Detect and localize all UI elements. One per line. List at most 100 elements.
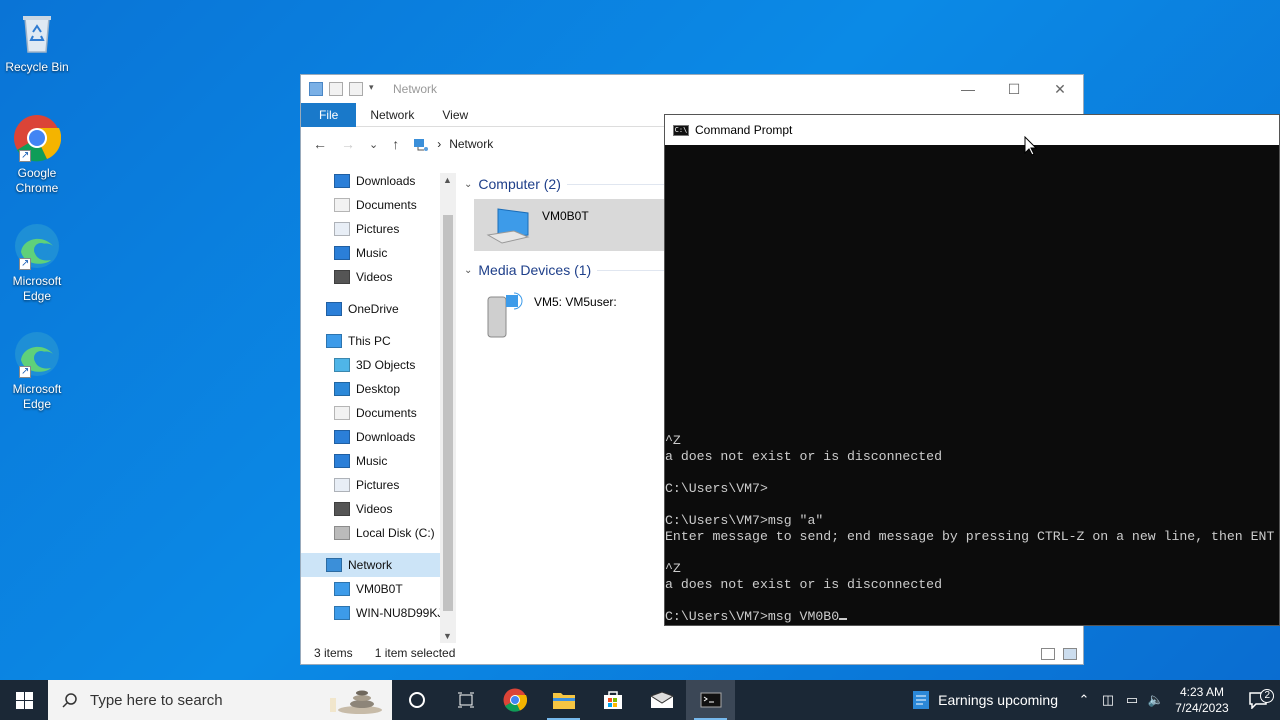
- network-item-vm0b0t[interactable]: VM0B0T: [474, 199, 664, 251]
- sidebar-item-this-pc[interactable]: This PC: [301, 329, 456, 353]
- network-status-icon[interactable]: ▭: [1120, 692, 1144, 708]
- sidebar-item-label: Pictures: [356, 478, 400, 492]
- desktop-icon-chrome[interactable]: Google Chrome: [4, 114, 70, 196]
- customize-qa-chevron-icon[interactable]: ▾: [369, 82, 383, 96]
- mail-envelope-icon: [649, 691, 674, 708]
- taskbar-mail[interactable]: [637, 680, 686, 720]
- search-icon: [62, 693, 77, 708]
- window-title: Network: [393, 82, 438, 96]
- up-button[interactable]: ↑: [392, 136, 399, 152]
- explorer-titlebar[interactable]: ▾ Network — ☐ ✕: [301, 75, 1083, 103]
- sidebar-item-vm0b0t[interactable]: VM0B0T: [301, 577, 456, 601]
- show-hidden-icons-chevron-up-icon[interactable]: ⌃: [1072, 692, 1096, 708]
- status-bar: 3 items 1 item selected: [301, 642, 1083, 664]
- taskbar-file-explorer[interactable]: [539, 680, 588, 720]
- group-title: Media Devices (1): [478, 262, 592, 278]
- desktop-icon-edge-1[interactable]: Microsoft Edge: [4, 222, 70, 304]
- console-line: Enter message to send; end message by pr…: [665, 529, 1275, 544]
- properties-icon[interactable]: [329, 82, 343, 96]
- sidebar-item-win-nu8d99kj-[interactable]: WIN-NU8D99KJ/: [301, 601, 456, 625]
- tab-network[interactable]: Network: [356, 103, 428, 127]
- computer-icon: [334, 606, 350, 620]
- taskbar-command-prompt[interactable]: [686, 680, 735, 720]
- taskbar-store[interactable]: [588, 680, 637, 720]
- clock[interactable]: 4:23 AM 7/24/2023: [1168, 684, 1236, 716]
- sidebar-item-downloads[interactable]: Downloads📌: [301, 169, 456, 193]
- sidebar-item-music[interactable]: Music: [301, 449, 456, 473]
- large-icons-view-icon[interactable]: [1063, 648, 1077, 660]
- forward-button[interactable]: →: [341, 136, 355, 152]
- system-tray: Earnings upcoming ⌃ ◫ ▭ 🔈 4:23 AM 7/24/2…: [912, 680, 1280, 720]
- item-label: VM0B0T: [542, 209, 589, 223]
- music-note-icon: [334, 246, 350, 260]
- taskbar-chrome[interactable]: [490, 680, 539, 720]
- download-arrow-icon: [334, 430, 350, 444]
- pictures-icon: [334, 478, 350, 492]
- chevron-down-icon: ⌄: [464, 178, 473, 190]
- download-arrow-icon: [334, 174, 350, 188]
- news-text: Earnings upcoming: [938, 692, 1058, 708]
- sidebar-item-music[interactable]: Music: [301, 241, 456, 265]
- sidebar-item-videos[interactable]: Videos: [301, 265, 456, 289]
- close-button[interactable]: ✕: [1037, 75, 1083, 103]
- cortana-button[interactable]: [392, 680, 441, 720]
- sidebar-item-desktop[interactable]: Desktop: [301, 377, 456, 401]
- console-line: ^Z: [665, 561, 681, 576]
- video-film-icon: [334, 502, 350, 516]
- tab-file[interactable]: File: [301, 102, 357, 127]
- minimize-button[interactable]: —: [945, 75, 991, 103]
- sidebar-item-network[interactable]: Network: [301, 553, 456, 577]
- meet-now-icon[interactable]: ◫: [1096, 692, 1120, 708]
- sidebar-item-3d-objects[interactable]: 3D Objects: [301, 353, 456, 377]
- console-output[interactable]: ^Z a does not exist or is disconnected C:\…: [665, 433, 1280, 625]
- recent-locations-button[interactable]: ⌄: [369, 138, 378, 151]
- scroll-down-icon[interactable]: ▼: [443, 631, 452, 641]
- chevron-down-icon: ⌄: [464, 264, 473, 276]
- network-icon: [414, 139, 429, 151]
- action-center-button[interactable]: 2: [1236, 689, 1280, 709]
- sidebar-item-pictures[interactable]: Pictures📌: [301, 217, 456, 241]
- maximize-button[interactable]: ☐: [991, 75, 1037, 103]
- taskbar-search-box[interactable]: Type here to search: [48, 680, 392, 720]
- sidebar-item-local-disk-c-[interactable]: Local Disk (C:): [301, 521, 456, 545]
- quick-access-folder-icon[interactable]: [309, 82, 323, 96]
- cmd-titlebar[interactable]: C:\ Command Prompt: [665, 115, 1279, 145]
- sidebar-item-videos[interactable]: Videos: [301, 497, 456, 521]
- scrollbar-thumb[interactable]: [443, 215, 453, 611]
- sidebar-item-label: VM0B0T: [356, 582, 403, 596]
- task-view-button[interactable]: [441, 680, 490, 720]
- group-header-media-devices[interactable]: ⌄ Media Devices (1): [464, 259, 664, 281]
- details-view-icon[interactable]: [1041, 648, 1055, 660]
- sidebar-item-label: Pictures: [356, 222, 400, 236]
- new-folder-icon[interactable]: [349, 82, 363, 96]
- sidebar-item-onedrive[interactable]: OneDrive: [301, 297, 456, 321]
- scroll-up-icon[interactable]: ▲: [443, 175, 452, 185]
- breadcrumb-item-network[interactable]: Network: [449, 137, 493, 151]
- network-item-vm5[interactable]: VM5: VM5user:: [474, 285, 664, 338]
- chrome-icon: [13, 114, 62, 163]
- sidebar-item-label: 3D Objects: [356, 358, 416, 372]
- sidebar-item-documents[interactable]: Documents📌: [301, 193, 456, 217]
- sidebar-item-pictures[interactable]: Pictures: [301, 473, 456, 497]
- command-prompt-window[interactable]: C:\ Command Prompt ^Z a does not exist or…: [664, 114, 1280, 626]
- content-pane: ⌄ Computer (2) VM0B0T ⌄ Media Devices (1…: [464, 173, 664, 643]
- desktop-icon-label: Microsoft Edge: [12, 274, 62, 303]
- start-button[interactable]: [0, 680, 48, 720]
- tab-view[interactable]: View: [428, 103, 482, 127]
- document-icon: [334, 406, 350, 420]
- news-widget[interactable]: Earnings upcoming: [912, 690, 1072, 710]
- sidebar-item-documents[interactable]: Documents: [301, 401, 456, 425]
- computer-icon: [486, 208, 530, 244]
- back-button[interactable]: ←: [313, 136, 327, 152]
- console-line: ^Z: [665, 433, 681, 448]
- breadcrumb[interactable]: › Network: [413, 137, 493, 151]
- sidebar-item-downloads[interactable]: Downloads: [301, 425, 456, 449]
- windows-logo-icon: [15, 691, 33, 709]
- desktop-icon-edge-2[interactable]: Microsoft Edge: [4, 330, 70, 412]
- desktop-icon-recycle-bin[interactable]: Recycle Bin: [4, 8, 70, 75]
- nav-scrollbar[interactable]: ▲ ▼: [440, 173, 456, 643]
- group-header-computer[interactable]: ⌄ Computer (2): [464, 173, 664, 195]
- sidebar-item-label: Documents: [356, 406, 417, 420]
- volume-muted-icon[interactable]: 🔈: [1144, 692, 1168, 708]
- recycle-bin-icon: [13, 8, 61, 56]
